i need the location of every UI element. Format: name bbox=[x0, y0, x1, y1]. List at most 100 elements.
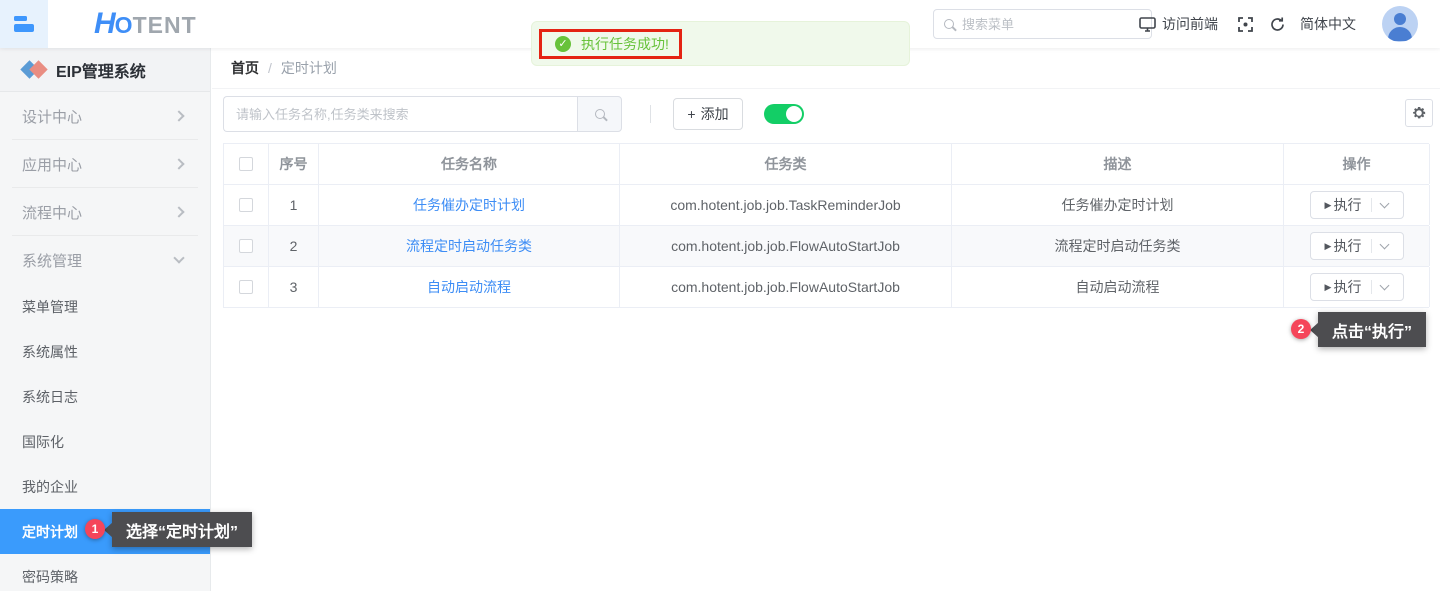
logo-letter-h: H bbox=[94, 7, 116, 40]
refresh-icon[interactable] bbox=[1269, 16, 1286, 33]
description-cell: 自动启动流程 bbox=[952, 267, 1284, 307]
row-checkbox-cell bbox=[224, 226, 269, 266]
avatar-person-icon bbox=[1394, 13, 1406, 25]
execute-button-label: 执行 bbox=[1333, 197, 1362, 213]
breadcrumb-home[interactable]: 首页 bbox=[231, 58, 259, 78]
play-icon: ▶ bbox=[1324, 199, 1332, 210]
step-2-badge: 2 bbox=[1291, 319, 1311, 339]
execute-button[interactable]: ▶ 执行 bbox=[1309, 191, 1404, 219]
menu-icon bbox=[14, 24, 34, 32]
monitor-icon bbox=[1139, 16, 1156, 32]
sidebar-group-system-management[interactable]: 系统管理 bbox=[0, 236, 210, 284]
add-task-button[interactable]: + 添加 bbox=[673, 98, 743, 130]
row-checkbox[interactable] bbox=[239, 198, 253, 212]
row-index: 3 bbox=[269, 267, 319, 307]
search-icon bbox=[594, 109, 605, 119]
task-search-input[interactable] bbox=[223, 96, 577, 132]
sidebar: EIP管理系统 设计中心 应用中心 流程中心 系统管理 菜单管理 系统属性 系统… bbox=[0, 48, 211, 591]
column-header-index: 序号 bbox=[269, 144, 319, 184]
step-2-tooltip: 点击“执行” bbox=[1318, 312, 1427, 347]
search-icon bbox=[944, 19, 954, 29]
table-row: 3 自动启动流程 com.hotent.job.job.FlowAutoStar… bbox=[224, 267, 1430, 308]
fullscreen-icon[interactable] bbox=[1237, 16, 1254, 33]
row-checkbox-cell bbox=[224, 185, 269, 225]
scheduled-jobs-table: 序号 任务名称 任务类 描述 操作 1 任务催办定时计划 com.hotent.… bbox=[223, 143, 1430, 308]
execute-button-label: 执行 bbox=[1333, 238, 1362, 254]
sidebar-item-label: 我的企业 bbox=[22, 478, 78, 495]
table-row: 2 流程定时启动任务类 com.hotent.job.job.FlowAutoS… bbox=[224, 226, 1430, 267]
sidebar-group-label: 流程中心 bbox=[22, 204, 83, 222]
row-index: 2 bbox=[269, 226, 319, 266]
breadcrumb-current: 定时计划 bbox=[280, 60, 337, 76]
task-name-link[interactable]: 自动启动流程 bbox=[427, 277, 511, 297]
menu-icon bbox=[14, 16, 27, 21]
gear-icon bbox=[1413, 107, 1426, 119]
sidebar-item-password-policy[interactable]: 密码策略 bbox=[0, 554, 210, 599]
sidebar-item-system-properties[interactable]: 系统属性 bbox=[0, 329, 210, 374]
description-cell: 流程定时启动任务类 bbox=[952, 226, 1284, 266]
sidebar-header: EIP管理系统 bbox=[0, 48, 210, 92]
play-icon: ▶ bbox=[1324, 281, 1332, 292]
job-class-cell: com.hotent.job.job.FlowAutoStartJob bbox=[620, 226, 952, 266]
task-search-button[interactable] bbox=[577, 96, 622, 132]
job-class-cell: com.hotent.job.job.FlowAutoStartJob bbox=[620, 267, 952, 307]
row-checkbox-cell bbox=[224, 267, 269, 307]
step-1-tooltip: 选择“定时计划” bbox=[112, 512, 253, 547]
menu-search-input[interactable] bbox=[962, 16, 1141, 32]
chevron-down-icon[interactable] bbox=[1380, 198, 1390, 209]
row-checkbox[interactable] bbox=[239, 280, 253, 294]
chevron-down-icon[interactable] bbox=[1380, 239, 1390, 250]
task-name-link[interactable]: 任务催办定时计划 bbox=[413, 195, 525, 215]
execute-button[interactable]: ▶ 执行 bbox=[1309, 273, 1404, 301]
sidebar-group-label: 系统管理 bbox=[22, 252, 83, 270]
column-header-name: 任务名称 bbox=[319, 144, 620, 184]
sidebar-item-label: 菜单管理 bbox=[22, 298, 78, 315]
sidebar-item-label: 定时计划 bbox=[22, 523, 78, 540]
sidebar-item-internationalization[interactable]: 国际化 bbox=[0, 419, 210, 464]
button-divider bbox=[1371, 239, 1373, 253]
header-checkbox-cell bbox=[224, 144, 269, 184]
task-name-link[interactable]: 流程定时启动任务类 bbox=[406, 236, 532, 256]
visit-frontend-link[interactable]: 访问前端 bbox=[1139, 14, 1218, 34]
sidebar-group-flow-center[interactable]: 流程中心 bbox=[0, 188, 210, 236]
sidebar-item-system-logs[interactable]: 系统日志 bbox=[0, 374, 210, 419]
sidebar-collapse-button[interactable] bbox=[0, 0, 48, 48]
button-divider bbox=[1371, 198, 1373, 212]
add-button-label: 添加 bbox=[700, 106, 729, 122]
execute-button[interactable]: ▶ 执行 bbox=[1309, 232, 1404, 260]
visit-frontend-label: 访问前端 bbox=[1162, 16, 1218, 32]
task-search bbox=[223, 96, 622, 132]
sidebar-group-app-center[interactable]: 应用中心 bbox=[0, 140, 210, 188]
header-nav: 访问前端 简体中文 bbox=[1139, 0, 1440, 48]
menu-search[interactable] bbox=[933, 9, 1152, 39]
chevron-down-icon bbox=[173, 252, 185, 264]
step-1-badge: 1 bbox=[85, 519, 105, 539]
language-switch[interactable]: 简体中文 bbox=[1300, 14, 1356, 34]
sidebar-group-label: 设计中心 bbox=[22, 108, 83, 126]
execute-button-label: 执行 bbox=[1333, 279, 1362, 295]
table-row: 1 任务催办定时计划 com.hotent.job.job.TaskRemind… bbox=[224, 185, 1430, 226]
sidebar-item-label: 系统日志 bbox=[22, 388, 78, 405]
app-logo: H O TENT bbox=[94, 7, 197, 41]
chevron-down-icon[interactable] bbox=[1380, 280, 1390, 291]
user-avatar[interactable] bbox=[1382, 6, 1418, 42]
sidebar-item-label: 国际化 bbox=[22, 433, 64, 450]
sidebar-group-design-center[interactable]: 设计中心 bbox=[0, 92, 210, 140]
annotation-highlight-rect bbox=[539, 29, 682, 59]
chevron-right-icon bbox=[173, 158, 185, 170]
filter-toggle-switch[interactable] bbox=[764, 104, 804, 124]
sidebar-item-my-enterprise[interactable]: 我的企业 bbox=[0, 464, 210, 509]
table-settings-button[interactable] bbox=[1405, 99, 1433, 127]
main-content: 首页 / 定时计划 + 添加 序号 任务名称 任务类 描述 操作 bbox=[212, 48, 1440, 591]
column-header-job-class: 任务类 bbox=[620, 144, 952, 184]
avatar-person-icon bbox=[1388, 27, 1412, 41]
row-checkbox[interactable] bbox=[239, 239, 253, 253]
table-header-row: 序号 任务名称 任务类 描述 操作 bbox=[224, 144, 1430, 185]
select-all-checkbox[interactable] bbox=[239, 157, 253, 171]
chevron-right-icon bbox=[173, 110, 185, 122]
description-cell: 任务催办定时计划 bbox=[952, 185, 1284, 225]
button-divider bbox=[1371, 280, 1373, 294]
sidebar-group-label: 应用中心 bbox=[22, 156, 83, 174]
column-header-description: 描述 bbox=[952, 144, 1284, 184]
sidebar-item-menu-management[interactable]: 菜单管理 bbox=[0, 284, 210, 329]
